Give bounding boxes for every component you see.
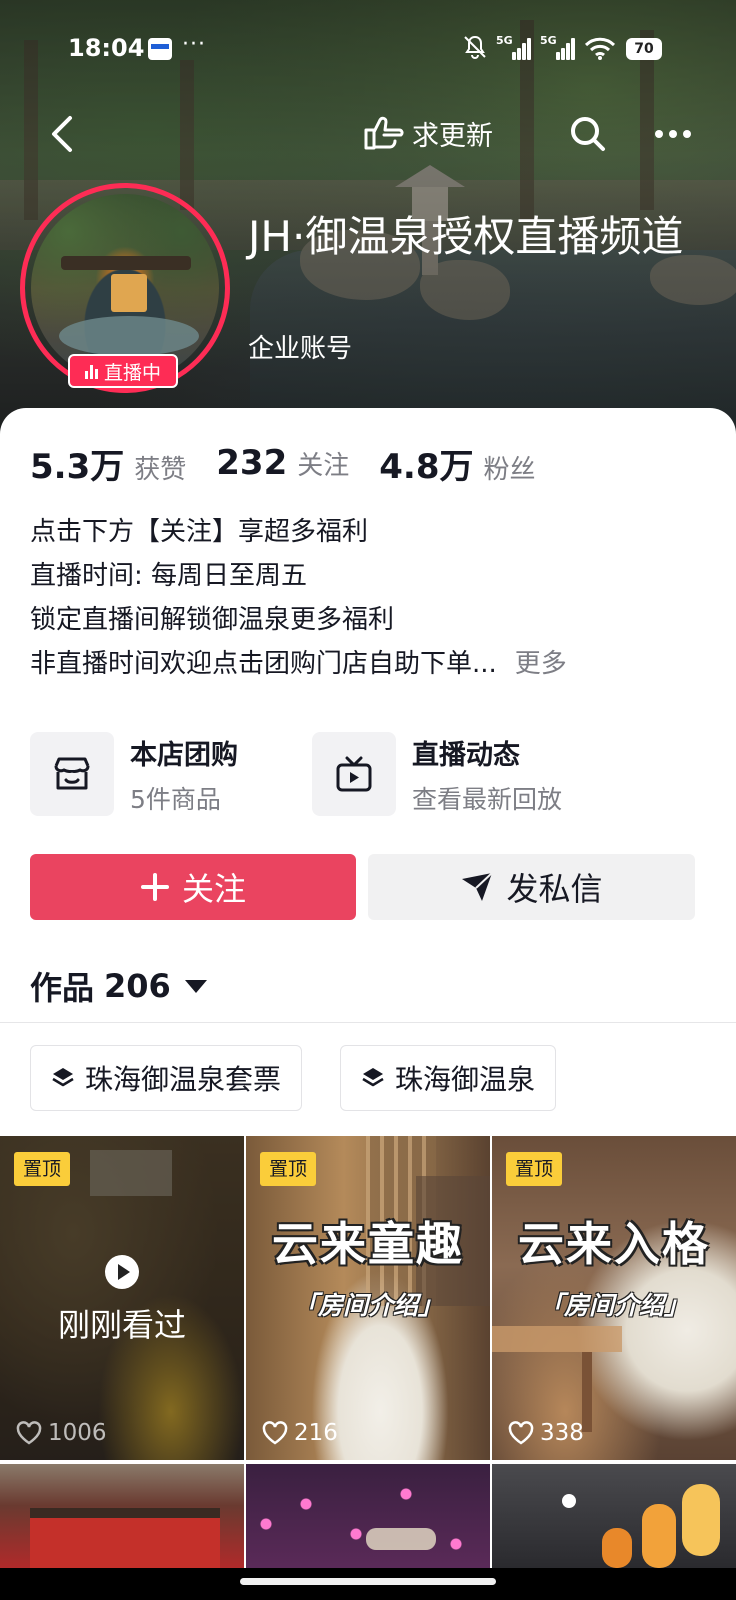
stat-following[interactable]: 232 关注 bbox=[216, 443, 349, 483]
live-updates-entry[interactable]: 直播动态 查看最新回放 bbox=[312, 732, 562, 816]
notification-app-icon bbox=[148, 38, 172, 60]
live-updates-title: 直播动态 bbox=[412, 739, 520, 771]
caret-down-icon bbox=[184, 979, 207, 993]
request-update-button[interactable]: 求更新 bbox=[362, 110, 493, 156]
hand-point-icon bbox=[364, 116, 404, 150]
video-caption: 云来童趣 bbox=[272, 1217, 464, 1271]
video-caption: 云来入格 bbox=[518, 1217, 710, 1271]
layers-icon bbox=[52, 1068, 74, 1087]
collection-label: 珠海御温泉套票 bbox=[85, 1063, 282, 1096]
likes-label: 获赞 bbox=[134, 454, 187, 485]
heart-icon bbox=[16, 1421, 42, 1445]
more-options-icon[interactable] bbox=[652, 116, 694, 152]
live-bars-icon bbox=[84, 363, 98, 379]
live-badge[interactable]: 直播中 bbox=[68, 354, 178, 388]
like-count-value: 216 bbox=[294, 1420, 338, 1446]
home-indicator[interactable] bbox=[240, 1578, 496, 1585]
bio-line-last: 非直播时间欢迎点击团购门店自助下单... 更多 bbox=[30, 642, 720, 686]
followers-count: 4.8万 bbox=[379, 446, 474, 487]
divider bbox=[0, 1022, 736, 1023]
live-badge-label: 直播中 bbox=[103, 361, 161, 384]
collection-label: 珠海御温泉 bbox=[395, 1063, 536, 1096]
status-bar: 18:04 ··· 5G 5G 70 bbox=[0, 30, 736, 70]
bio-line: 非直播时间欢迎点击团购门店自助下单... bbox=[30, 649, 497, 679]
video-tile[interactable]: 置顶 刚刚看过 1006 bbox=[0, 1136, 244, 1460]
back-button[interactable] bbox=[44, 112, 80, 156]
profile-name: JH·御温泉授权直播频道 bbox=[248, 212, 684, 261]
follow-button[interactable]: 关注 bbox=[30, 854, 356, 920]
collection-chip[interactable]: 珠海御温泉 bbox=[340, 1045, 557, 1111]
bio-line: 直播时间: 每周日至周五 bbox=[30, 561, 308, 591]
group-buy-entry[interactable]: 本店团购 5件商品 bbox=[30, 732, 238, 816]
video-tile[interactable]: 置顶 云来入格 「房间介绍」 338 bbox=[492, 1136, 736, 1460]
following-label: 关注 bbox=[297, 451, 350, 481]
more-notifications-icon: ··· bbox=[182, 32, 206, 57]
like-count: 216 bbox=[262, 1420, 338, 1446]
layers-icon bbox=[362, 1068, 384, 1087]
profile-stats: 5.3万 获赞 232 关注 4.8万 粉丝 bbox=[30, 438, 566, 488]
recently-watched-label: 刚刚看过 bbox=[57, 1306, 186, 1344]
video-tile[interactable] bbox=[492, 1464, 736, 1568]
pinned-badge: 置顶 bbox=[260, 1152, 317, 1186]
works-tab-label: 作品 bbox=[30, 969, 95, 1007]
signal-1-label: 5G bbox=[496, 34, 513, 47]
bio-more-link[interactable]: 更多 bbox=[515, 649, 567, 679]
pinned-badge: 置顶 bbox=[506, 1152, 563, 1186]
collection-chip[interactable]: 珠海御温泉套票 bbox=[30, 1045, 303, 1111]
works-count: 206 bbox=[104, 967, 171, 1005]
play-icon bbox=[105, 1255, 139, 1289]
tv-icon bbox=[312, 732, 396, 816]
heart-icon bbox=[262, 1421, 288, 1445]
profile-bio: 点击下方【关注】享超多福利 直播时间: 每周日至周五 锁定直播间解锁御温泉更多福… bbox=[30, 510, 720, 686]
stat-likes[interactable]: 5.3万 获赞 bbox=[30, 439, 186, 488]
status-time: 18:04 bbox=[68, 34, 145, 62]
account-type-label: 企业账号 bbox=[248, 334, 353, 364]
following-count: 232 bbox=[216, 443, 288, 483]
search-icon[interactable] bbox=[568, 114, 608, 154]
mute-icon bbox=[464, 35, 486, 59]
battery-indicator: 70 bbox=[626, 38, 662, 60]
shop-icon bbox=[30, 732, 114, 816]
pinned-badge: 置顶 bbox=[14, 1152, 71, 1186]
tab-works[interactable]: 作品 206 bbox=[30, 962, 207, 1010]
bio-line: 点击下方【关注】享超多福利 bbox=[30, 517, 369, 547]
followers-label: 粉丝 bbox=[483, 454, 536, 485]
video-subcaption: 「房间介绍」 bbox=[292, 1291, 443, 1320]
signal-2-label: 5G bbox=[540, 34, 557, 47]
video-tile[interactable] bbox=[246, 1464, 490, 1568]
like-count: 338 bbox=[508, 1420, 584, 1446]
video-subcaption: 「房间介绍」 bbox=[538, 1291, 689, 1320]
video-tile[interactable] bbox=[0, 1464, 244, 1568]
stat-followers[interactable]: 4.8万 粉丝 bbox=[379, 439, 535, 488]
follow-label: 关注 bbox=[181, 870, 246, 908]
like-count-value: 1006 bbox=[48, 1420, 107, 1446]
cell-signal-1-icon: 5G bbox=[496, 34, 531, 60]
group-buy-title: 本店团购 bbox=[130, 739, 238, 771]
bio-line: 锁定直播间解锁御温泉更多福利 bbox=[30, 605, 395, 635]
message-label: 发私信 bbox=[506, 870, 603, 908]
plus-icon bbox=[140, 873, 169, 901]
send-icon bbox=[462, 872, 494, 901]
like-count-value: 338 bbox=[540, 1420, 584, 1446]
cell-signal-2-icon: 5G bbox=[540, 34, 575, 60]
video-tile[interactable]: 置顶 云来童趣 「房间介绍」 216 bbox=[246, 1136, 490, 1460]
group-buy-subtitle: 5件商品 bbox=[130, 784, 221, 814]
message-button[interactable]: 发私信 bbox=[368, 854, 695, 920]
wifi-icon bbox=[584, 37, 616, 60]
heart-icon bbox=[508, 1421, 534, 1445]
like-count: 1006 bbox=[16, 1420, 107, 1446]
request-update-label: 求更新 bbox=[412, 120, 493, 152]
likes-count: 5.3万 bbox=[30, 446, 125, 487]
live-updates-subtitle: 查看最新回放 bbox=[412, 784, 563, 814]
